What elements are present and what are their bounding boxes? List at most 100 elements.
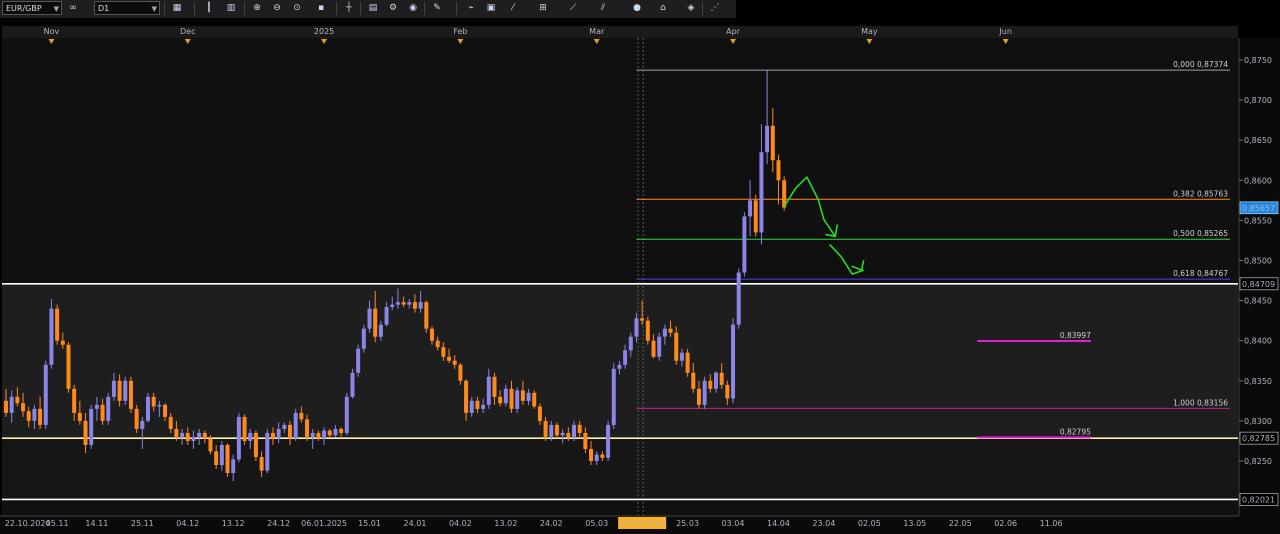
candle-body — [140, 420, 145, 429]
candle-body — [554, 424, 559, 436]
date-tick-label: 04.12 — [176, 519, 199, 528]
candle-body — [225, 444, 230, 474]
candle-body — [26, 411, 31, 421]
price-tick-label: 0,8700 — [1244, 96, 1272, 105]
candle-body — [464, 380, 469, 413]
fib-level-label: 0,500 0,85265 — [1173, 229, 1228, 238]
candle-body — [702, 380, 707, 405]
candle-body — [49, 308, 54, 365]
candle-body — [185, 432, 190, 441]
candle-body — [174, 428, 179, 437]
candle-body — [600, 454, 605, 458]
candle-body — [55, 308, 60, 341]
candle-body — [424, 302, 429, 329]
candle-body — [21, 403, 26, 412]
candle-body — [753, 200, 758, 233]
candle-body — [288, 424, 292, 439]
candle-body — [248, 432, 253, 441]
candle-body — [219, 444, 224, 466]
date-tick-label: 02.05 — [858, 519, 881, 528]
date-tick-label: 04.02 — [449, 519, 472, 528]
candle-body — [327, 430, 332, 436]
date-tick-label: 22.05 — [949, 519, 972, 528]
candle-body — [367, 308, 372, 329]
date-axis[interactable]: 22.10.202405.11 14.11 25.11 04.12 13.12 24.12… — [0, 515, 1280, 534]
date-tick-label: 23.04 — [812, 519, 835, 528]
candle-body — [520, 390, 525, 401]
candle-body — [390, 304, 395, 308]
month-label: Dec — [180, 27, 195, 36]
lower-zone — [2, 438, 1238, 500]
candle-body — [526, 392, 531, 401]
candle-body — [503, 388, 508, 404]
candle-body — [60, 340, 65, 345]
segment-label: 0,82795 — [1060, 427, 1091, 436]
candle-body — [447, 356, 452, 361]
candle-body — [731, 324, 736, 399]
candle-body — [776, 160, 781, 181]
candle-body — [208, 438, 213, 452]
candle-body — [532, 392, 537, 407]
price-tick-label: 0,8550 — [1244, 216, 1272, 225]
candle-body — [100, 404, 105, 421]
date-tick-label: 13.02 — [494, 519, 517, 528]
candle-body — [384, 307, 389, 325]
candle-body — [770, 125, 775, 161]
candle-body — [486, 376, 491, 405]
candle-body — [435, 340, 440, 348]
candle-body — [4, 400, 8, 413]
current-price-badge-label: 0,85657 — [1242, 204, 1275, 213]
range-zone — [2, 283, 1238, 439]
candle-body — [66, 344, 71, 389]
candle-body — [214, 451, 219, 466]
candle-body — [549, 424, 554, 437]
candle-body — [708, 380, 713, 389]
candle-body — [668, 328, 673, 333]
price-tick-label: 0,8500 — [1244, 257, 1272, 266]
date-tick-label: 02.06 — [994, 519, 1017, 528]
candle-body — [430, 328, 434, 341]
level-badge-label: 0,84709 — [1242, 280, 1275, 289]
candle-body — [83, 420, 88, 445]
candle-body — [481, 404, 486, 409]
candle-body — [305, 419, 310, 437]
candle-body — [662, 328, 667, 337]
candle-body — [151, 396, 156, 407]
candle-body — [685, 352, 690, 373]
candle-body — [657, 336, 662, 357]
candle-body — [77, 412, 82, 421]
candle-body — [123, 380, 128, 401]
segment-label: 0,83997 — [1060, 331, 1091, 340]
candle-body — [617, 364, 622, 369]
candle-body — [236, 416, 241, 460]
candle-body — [645, 320, 650, 341]
price-axis[interactable]: 0,8750 0,8700 0,8650 0,8600 0,8550 0,8500 0,84… — [1238, 38, 1280, 516]
candle-body — [299, 412, 304, 420]
candle-body — [748, 200, 753, 217]
candle-body — [714, 372, 718, 389]
price-chart[interactable]: Nov Dec 2025 Feb Mar Apr May Jun 0,83997 0,82795… — [0, 0, 1280, 534]
price-tick-label: 0,8400 — [1244, 337, 1272, 346]
candle-body — [157, 404, 162, 407]
candle-body — [543, 420, 548, 437]
date-tick-label: 13.12 — [222, 519, 245, 528]
candle-body — [560, 432, 565, 436]
date-tick-label: 24.02 — [540, 519, 563, 528]
fib-level-label: 0,382 0,85763 — [1173, 189, 1228, 198]
candle-body — [742, 216, 747, 273]
candle-body — [32, 408, 37, 421]
date-tick-label: 24.12 — [267, 519, 290, 528]
candle-body — [674, 332, 679, 361]
candle-body — [759, 152, 764, 233]
candle-body — [572, 424, 576, 437]
date-tick-label: 15.01 — [358, 519, 381, 528]
candle-body — [270, 432, 275, 439]
candle-body — [72, 388, 77, 413]
candle-body — [418, 302, 423, 309]
candle-body — [231, 459, 236, 474]
price-tick-label: 0,8750 — [1244, 56, 1272, 65]
candle-body — [191, 436, 196, 441]
candle-body — [356, 348, 361, 373]
highlighted-date-label: 14.03.2025 — [619, 519, 665, 528]
level-badge-label: 0,82021 — [1242, 495, 1275, 504]
